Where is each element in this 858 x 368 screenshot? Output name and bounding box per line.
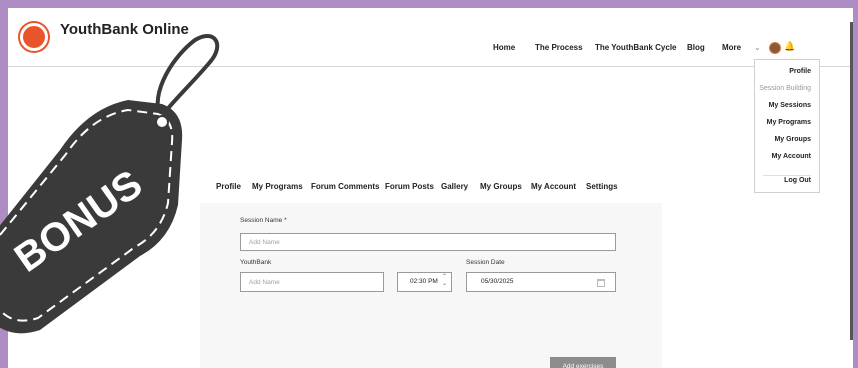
time-value: 02:30 PM: [410, 278, 438, 285]
avatar[interactable]: [769, 42, 781, 54]
menu-item-session-building[interactable]: Session Building: [759, 85, 811, 92]
session-date-input[interactable]: 05/30/2025: [466, 272, 616, 292]
tab-profile[interactable]: Profile: [216, 182, 241, 191]
tab-settings[interactable]: Settings: [586, 182, 618, 191]
tab-my-groups[interactable]: My Groups: [480, 182, 522, 191]
session-name-input[interactable]: [240, 233, 616, 251]
nav-more[interactable]: More: [722, 43, 741, 52]
tab-forum-comments[interactable]: Forum Comments: [311, 182, 379, 191]
youthbank-label: YouthBank: [240, 259, 272, 266]
session-date-value: 05/30/2025: [481, 278, 514, 285]
menu-item-profile[interactable]: Profile: [789, 68, 811, 75]
calendar-icon[interactable]: [597, 279, 605, 287]
tab-gallery[interactable]: Gallery: [441, 182, 468, 191]
spinner-icon[interactable]: ⌃ ⌄: [442, 274, 447, 288]
nav-the-process[interactable]: The Process: [535, 43, 583, 52]
chevron-down-icon[interactable]: ⌄: [754, 43, 761, 52]
add-exercises-button[interactable]: Add exercises: [550, 357, 616, 368]
session-date-label: Session Date: [466, 259, 505, 266]
nav-blog[interactable]: Blog: [687, 43, 705, 52]
menu-item-my-account[interactable]: My Account: [772, 153, 811, 160]
menu-item-my-sessions[interactable]: My Sessions: [769, 102, 811, 109]
scrollbar[interactable]: [850, 22, 853, 340]
youthbank-input[interactable]: [240, 272, 384, 292]
main-nav: Home The Process The YouthBank Cycle Blo…: [8, 43, 853, 59]
session-form: Session Name * YouthBank 02:30 PM ⌃⌄ Ses…: [200, 203, 662, 368]
tab-my-programs[interactable]: My Programs: [252, 182, 303, 191]
nav-youthbank-cycle[interactable]: The YouthBank Cycle: [595, 43, 677, 52]
time-picker[interactable]: 02:30 PM ⌃ ⌄: [397, 272, 452, 292]
tab-my-account[interactable]: My Account: [531, 182, 576, 191]
page: YouthBank Online Home The Process The Yo…: [8, 8, 853, 368]
menu-divider: [763, 175, 811, 176]
header-divider: [8, 66, 853, 67]
user-menu-dropdown: Profile Session Building My Sessions My …: [754, 59, 820, 193]
profile-tabs: Profile My Programs Forum Comments Forum…: [8, 182, 853, 196]
bell-icon[interactable]: 🔔: [784, 41, 795, 52]
session-name-label: Session Name *: [240, 217, 287, 224]
tab-forum-posts[interactable]: Forum Posts: [385, 182, 434, 191]
menu-item-my-groups[interactable]: My Groups: [774, 136, 811, 143]
nav-home[interactable]: Home: [493, 43, 515, 52]
brand-name[interactable]: YouthBank Online: [60, 21, 189, 38]
menu-item-my-programs[interactable]: My Programs: [767, 119, 811, 126]
